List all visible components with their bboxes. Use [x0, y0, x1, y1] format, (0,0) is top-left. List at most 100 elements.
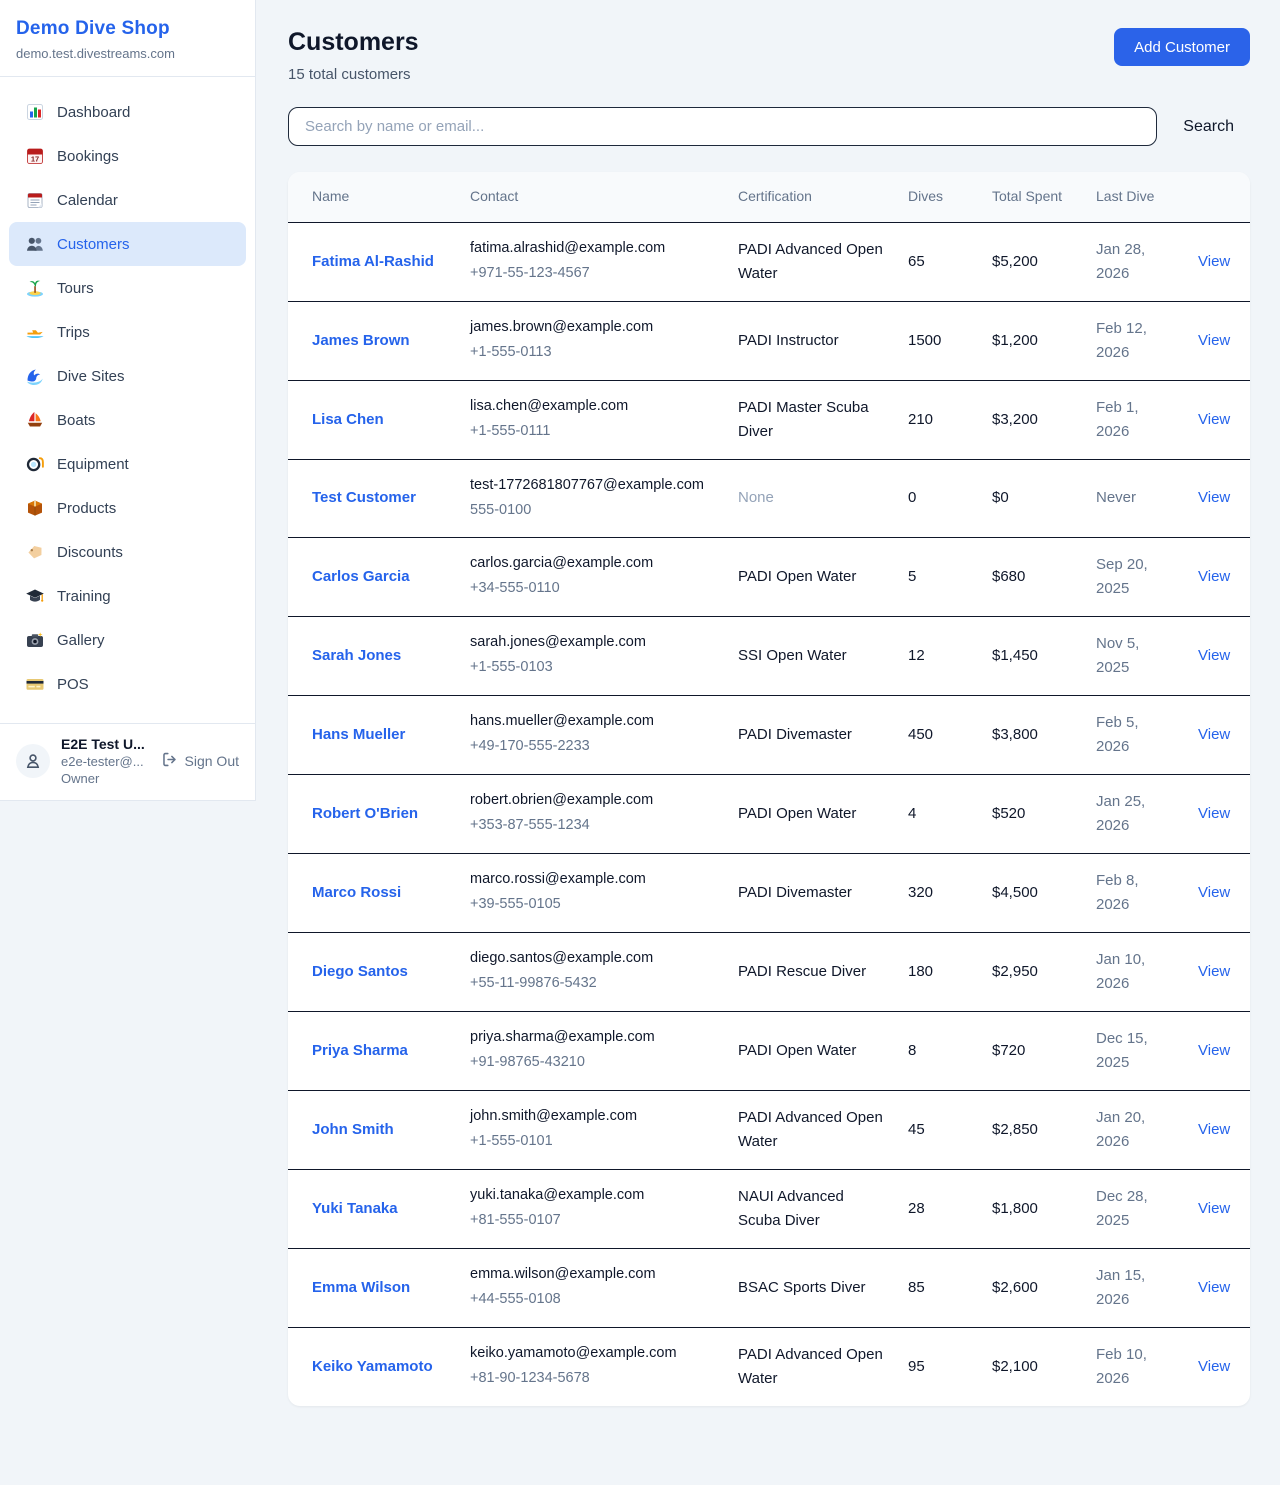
view-customer-link[interactable]: View — [1198, 963, 1230, 980]
customer-name-link[interactable]: Yuki Tanaka — [312, 1197, 398, 1220]
customer-name-link[interactable]: Carlos Garcia — [312, 565, 410, 588]
customer-total-spent: $680 — [980, 537, 1084, 616]
customer-total-spent: $3,200 — [980, 380, 1084, 459]
view-customer-link[interactable]: View — [1198, 253, 1230, 270]
customer-dives: 65 — [896, 222, 980, 301]
customer-phone: +91-98765-43210 — [470, 1051, 714, 1074]
customer-dives: 0 — [896, 459, 980, 537]
customer-phone: +353-87-555-1234 — [470, 814, 714, 837]
view-customer-link[interactable]: View — [1198, 332, 1230, 349]
customer-email: keiko.yamamoto@example.com — [470, 1343, 714, 1364]
customer-name-link[interactable]: John Smith — [312, 1118, 394, 1141]
customer-certification: PADI Open Water — [726, 774, 896, 853]
column-header-actions — [1186, 172, 1250, 222]
customer-last-dive: Jan 15, 2026 — [1084, 1248, 1186, 1327]
bookings-icon: 17 — [25, 146, 45, 166]
view-customer-link[interactable]: View — [1198, 1042, 1230, 1059]
customer-email: test-1772681807767@example.com — [470, 475, 714, 496]
customer-last-dive: Feb 1, 2026 — [1084, 380, 1186, 459]
table-row: Lisa Chen lisa.chen@example.com +1-555-0… — [288, 380, 1250, 459]
customer-email: marco.rossi@example.com — [470, 869, 714, 890]
sidebar-item-equipment[interactable]: Equipment — [9, 442, 246, 486]
customer-certification: BSAC Sports Diver — [726, 1248, 896, 1327]
customer-phone: 555-0100 — [470, 499, 714, 522]
column-header-contact: Contact — [458, 172, 726, 222]
customer-phone: +81-555-0107 — [470, 1209, 714, 1232]
customer-dives: 5 — [896, 537, 980, 616]
view-customer-link[interactable]: View — [1198, 805, 1230, 822]
sidebar-item-bookings[interactable]: 17 Bookings — [9, 134, 246, 178]
sidebar-item-dive-sites[interactable]: Dive Sites — [9, 354, 246, 398]
customer-total-spent: $720 — [980, 1011, 1084, 1090]
main-content: Customers 15 total customers Add Custome… — [256, 0, 1280, 1439]
sidebar-item-boats[interactable]: Boats — [9, 398, 246, 442]
customer-dives: 85 — [896, 1248, 980, 1327]
sign-out-button[interactable]: Sign Out — [161, 751, 239, 771]
equipment-icon — [25, 454, 45, 474]
sidebar-item-calendar[interactable]: Calendar — [9, 178, 246, 222]
sidebar-item-pos[interactable]: POS — [9, 662, 246, 706]
sidebar-item-trips[interactable]: Trips — [9, 310, 246, 354]
customer-phone: +1-555-0113 — [470, 341, 714, 364]
customer-phone: +971-55-123-4567 — [470, 262, 714, 285]
customer-last-dive: Nov 5, 2025 — [1084, 616, 1186, 695]
sidebar-item-tours[interactable]: Tours — [9, 266, 246, 310]
dashboard-icon — [25, 102, 45, 122]
customer-name-link[interactable]: Lisa Chen — [312, 408, 384, 431]
customer-name-link[interactable]: Test Customer — [312, 486, 416, 509]
customer-name-link[interactable]: James Brown — [312, 329, 410, 352]
customer-dives: 12 — [896, 616, 980, 695]
search-button[interactable]: Search — [1183, 118, 1234, 136]
customer-name-link[interactable]: Priya Sharma — [312, 1039, 408, 1062]
view-customer-link[interactable]: View — [1198, 1358, 1230, 1375]
sidebar-item-discounts[interactable]: Discounts — [9, 530, 246, 574]
customer-dives: 1500 — [896, 301, 980, 380]
view-customer-link[interactable]: View — [1198, 1121, 1230, 1138]
add-customer-button[interactable]: Add Customer — [1114, 28, 1250, 66]
view-customer-link[interactable]: View — [1198, 884, 1230, 901]
customer-phone: +39-555-0105 — [470, 893, 714, 916]
customer-name-link[interactable]: Sarah Jones — [312, 644, 401, 667]
svg-text:17: 17 — [31, 155, 39, 164]
sidebar-item-dashboard[interactable]: Dashboard — [9, 90, 246, 134]
customer-total-spent: $1,800 — [980, 1169, 1084, 1248]
customer-name-link[interactable]: Fatima Al-Rashid — [312, 250, 434, 273]
customer-dives: 95 — [896, 1327, 980, 1406]
customer-total-spent: $4,500 — [980, 853, 1084, 932]
customer-dives: 210 — [896, 380, 980, 459]
sidebar-item-training[interactable]: Training — [9, 574, 246, 618]
user-name: E2E Test U... — [61, 736, 145, 752]
customer-phone: +1-555-0101 — [470, 1130, 714, 1153]
customer-last-dive: Dec 28, 2025 — [1084, 1169, 1186, 1248]
dive-sites-icon — [25, 366, 45, 386]
view-customer-link[interactable]: View — [1198, 1200, 1230, 1217]
customer-total-spent: $520 — [980, 774, 1084, 853]
table-row: Keiko Yamamoto keiko.yamamoto@example.co… — [288, 1327, 1250, 1406]
sidebar-item-gallery[interactable]: Gallery — [9, 618, 246, 662]
customer-certification: None — [726, 459, 896, 537]
search-bar: Search — [288, 107, 1250, 146]
view-customer-link[interactable]: View — [1198, 489, 1230, 506]
view-customer-link[interactable]: View — [1198, 568, 1230, 585]
person-icon — [23, 751, 43, 771]
customers-table-card: NameContactCertificationDivesTotal Spent… — [288, 172, 1250, 1406]
view-customer-link[interactable]: View — [1198, 411, 1230, 428]
sidebar-item-customers[interactable]: Customers — [9, 222, 246, 266]
search-input[interactable] — [288, 107, 1157, 146]
column-header-total-spent: Total Spent — [980, 172, 1084, 222]
customer-name-link[interactable]: Robert O'Brien — [312, 802, 418, 825]
table-row: Yuki Tanaka yuki.tanaka@example.com +81-… — [288, 1169, 1250, 1248]
customer-name-link[interactable]: Marco Rossi — [312, 881, 401, 904]
customer-name-link[interactable]: Keiko Yamamoto — [312, 1355, 433, 1378]
customer-name-link[interactable]: Diego Santos — [312, 960, 408, 983]
customer-name-link[interactable]: Hans Mueller — [312, 723, 405, 746]
view-customer-link[interactable]: View — [1198, 726, 1230, 743]
customer-email: emma.wilson@example.com — [470, 1264, 714, 1285]
sidebar-item-products[interactable]: Products — [9, 486, 246, 530]
customer-email: fatima.alrashid@example.com — [470, 238, 714, 259]
customer-total-spent: $1,450 — [980, 616, 1084, 695]
customer-name-link[interactable]: Emma Wilson — [312, 1276, 410, 1299]
customer-dives: 4 — [896, 774, 980, 853]
view-customer-link[interactable]: View — [1198, 1279, 1230, 1296]
view-customer-link[interactable]: View — [1198, 647, 1230, 664]
